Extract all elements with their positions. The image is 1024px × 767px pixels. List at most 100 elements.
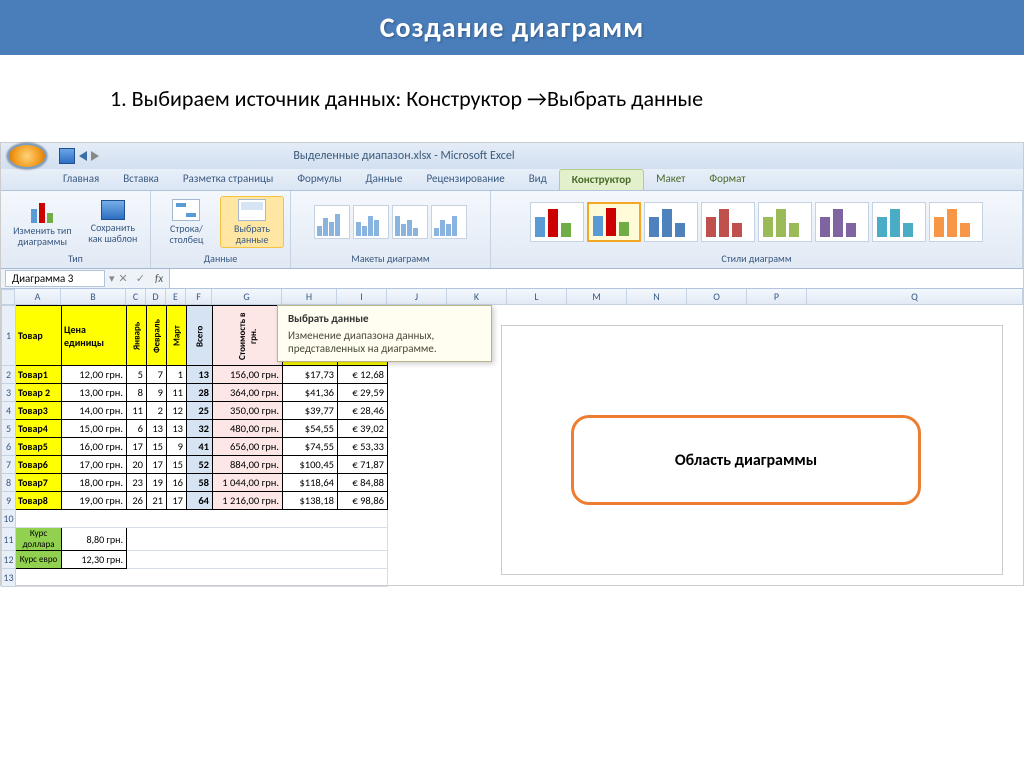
- cell[interactable]: 12,30 грн.: [62, 551, 127, 569]
- cell[interactable]: 23: [127, 474, 147, 492]
- cell[interactable]: 19,00 грн.: [62, 492, 127, 510]
- col-header[interactable]: O: [687, 289, 747, 305]
- cell[interactable]: 13: [187, 366, 213, 384]
- tab-data[interactable]: Данные: [354, 169, 415, 190]
- layout-thumb[interactable]: [392, 205, 428, 239]
- col-header[interactable]: C: [126, 289, 146, 305]
- save-as-template-button[interactable]: Сохранить как шаблон: [82, 198, 144, 246]
- cell[interactable]: 5: [127, 366, 147, 384]
- cell[interactable]: 350,00 грн.: [213, 402, 283, 420]
- cell[interactable]: 26: [127, 492, 147, 510]
- cell[interactable]: $118,64: [283, 474, 338, 492]
- cell[interactable]: € 98,86: [338, 492, 388, 510]
- cell[interactable]: 12,00 грн.: [62, 366, 127, 384]
- cell[interactable]: 17: [127, 438, 147, 456]
- switch-row-col-button[interactable]: Строка/столбец: [157, 197, 216, 247]
- fx-icon[interactable]: fx: [149, 272, 169, 285]
- style-thumb[interactable]: [701, 202, 755, 242]
- cell[interactable]: Товар4: [16, 420, 62, 438]
- cell[interactable]: 480,00 грн.: [213, 420, 283, 438]
- cell[interactable]: 7: [147, 366, 167, 384]
- cell[interactable]: 16,00 грн.: [62, 438, 127, 456]
- cell[interactable]: 20: [127, 456, 147, 474]
- tab-home[interactable]: Главная: [51, 169, 111, 190]
- select-data-button[interactable]: Выбрать данные: [220, 196, 284, 248]
- cell[interactable]: 52: [187, 456, 213, 474]
- cell[interactable]: 19: [147, 474, 167, 492]
- cell[interactable]: 11: [127, 402, 147, 420]
- cell[interactable]: € 84,88: [338, 474, 388, 492]
- tab-view[interactable]: Вид: [517, 169, 559, 190]
- cell[interactable]: Товар5: [16, 438, 62, 456]
- tab-review[interactable]: Рецензирование: [414, 169, 516, 190]
- cell[interactable]: Товар1: [16, 366, 62, 384]
- col-header[interactable]: H: [282, 289, 337, 305]
- col-header[interactable]: G: [212, 289, 282, 305]
- cell[interactable]: 13,00 грн.: [62, 384, 127, 402]
- cell[interactable]: 11: [167, 384, 187, 402]
- cell[interactable]: $138,18: [283, 492, 338, 510]
- cell[interactable]: 14,00 грн.: [62, 402, 127, 420]
- cell[interactable]: 15: [147, 438, 167, 456]
- col-header[interactable]: E: [166, 289, 186, 305]
- cell[interactable]: Курс доллара: [16, 528, 62, 551]
- col-header[interactable]: B: [61, 289, 126, 305]
- style-thumb[interactable]: [758, 202, 812, 242]
- cell[interactable]: Товар3: [16, 402, 62, 420]
- style-thumb[interactable]: [815, 202, 869, 242]
- tab-design[interactable]: Конструктор: [559, 169, 644, 190]
- cancel-icon[interactable]: ✕: [115, 272, 132, 285]
- cell[interactable]: 156,00 грн.: [213, 366, 283, 384]
- cell[interactable]: 41: [187, 438, 213, 456]
- tab-insert[interactable]: Вставка: [111, 169, 171, 190]
- cell[interactable]: € 28,46: [338, 402, 388, 420]
- tab-format[interactable]: Формат: [697, 169, 757, 190]
- tab-layout[interactable]: Макет: [644, 169, 697, 190]
- style-thumb[interactable]: [872, 202, 926, 242]
- header-cell[interactable]: Стоимость в грн.: [213, 306, 283, 366]
- worksheet[interactable]: Выбрать данные Изменение диапазона данны…: [1, 305, 1023, 585]
- layout-thumb[interactable]: [314, 205, 350, 239]
- cell[interactable]: 1 216,00 грн.: [213, 492, 283, 510]
- col-header[interactable]: F: [186, 289, 212, 305]
- cell[interactable]: 15: [167, 456, 187, 474]
- save-icon[interactable]: [59, 148, 75, 164]
- cell[interactable]: 25: [187, 402, 213, 420]
- col-header[interactable]: Q: [807, 289, 1023, 305]
- cell[interactable]: 17: [147, 456, 167, 474]
- col-header[interactable]: D: [146, 289, 166, 305]
- col-header[interactable]: K: [447, 289, 507, 305]
- cell[interactable]: 9: [147, 384, 167, 402]
- cell[interactable]: 17: [167, 492, 187, 510]
- confirm-icon[interactable]: ✓: [132, 272, 149, 285]
- tab-page-layout[interactable]: Разметка страницы: [171, 169, 286, 190]
- layout-thumb[interactable]: [353, 205, 389, 239]
- name-box[interactable]: Диаграмма 3: [5, 270, 105, 287]
- cell[interactable]: 64: [187, 492, 213, 510]
- cell[interactable]: € 29,59: [338, 384, 388, 402]
- col-header[interactable]: J: [387, 289, 447, 305]
- cell[interactable]: Товар6: [16, 456, 62, 474]
- col-header[interactable]: M: [567, 289, 627, 305]
- col-header[interactable]: A: [15, 289, 61, 305]
- col-header[interactable]: N: [627, 289, 687, 305]
- cell[interactable]: 656,00 грн.: [213, 438, 283, 456]
- cell[interactable]: 1: [167, 366, 187, 384]
- header-cell[interactable]: Цена единицы: [62, 306, 127, 366]
- cell[interactable]: Курс евро: [16, 551, 62, 569]
- style-thumb[interactable]: [644, 202, 698, 242]
- cell[interactable]: € 71,87: [338, 456, 388, 474]
- style-thumb[interactable]: [587, 202, 641, 242]
- cell[interactable]: $39,77: [283, 402, 338, 420]
- cell[interactable]: 18,00 грн.: [62, 474, 127, 492]
- redo-icon[interactable]: [91, 151, 99, 161]
- cell[interactable]: $74,55: [283, 438, 338, 456]
- cell[interactable]: € 53,33: [338, 438, 388, 456]
- cell[interactable]: 9: [167, 438, 187, 456]
- header-cell[interactable]: Товар: [16, 306, 62, 366]
- header-cell[interactable]: Февраль: [147, 306, 167, 366]
- cell[interactable]: 13: [167, 420, 187, 438]
- cell[interactable]: $41,36: [283, 384, 338, 402]
- layout-thumb[interactable]: [431, 205, 467, 239]
- cell[interactable]: Товар8: [16, 492, 62, 510]
